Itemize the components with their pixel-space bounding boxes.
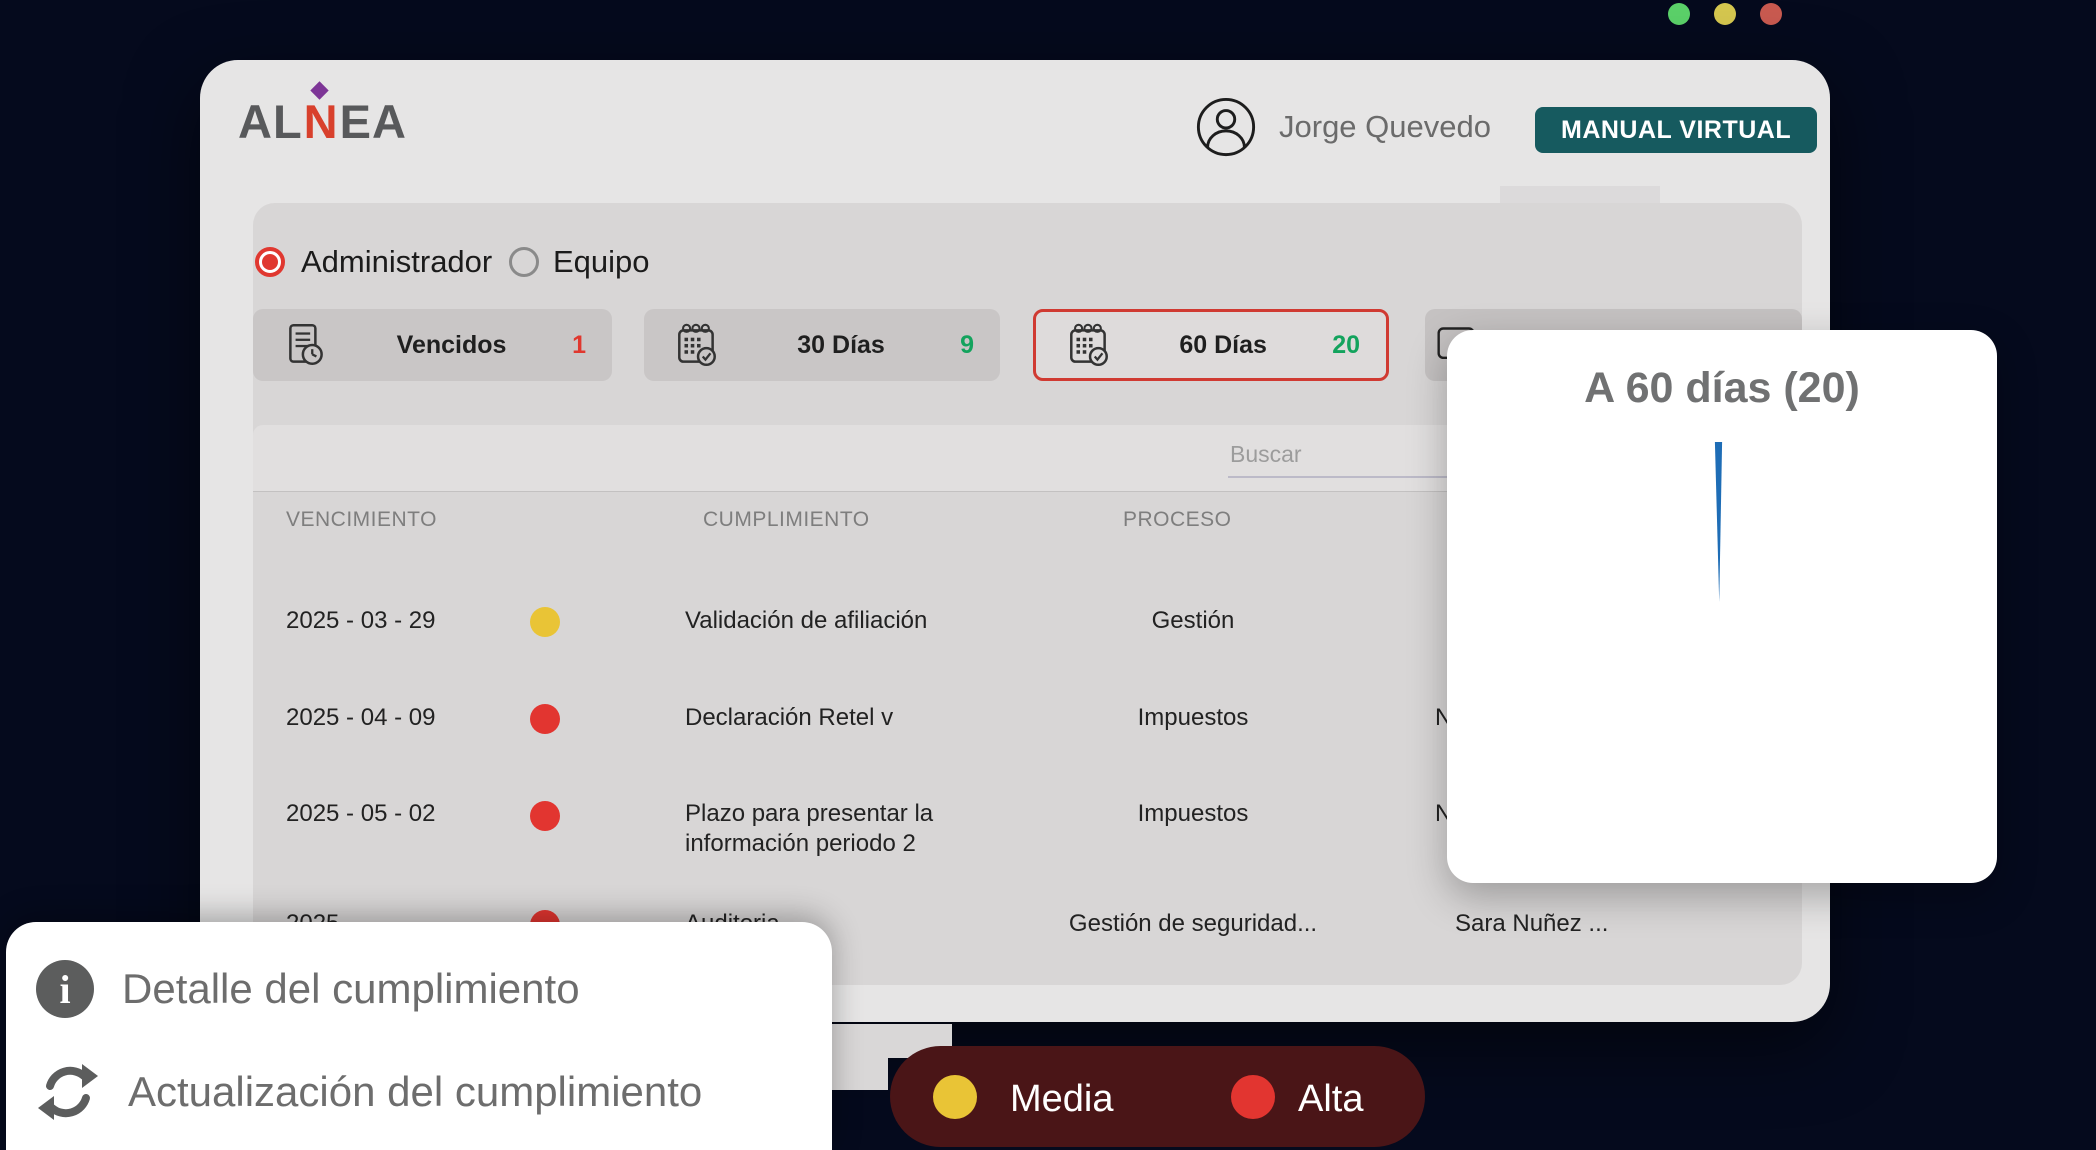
- legend-alta-label: Alta: [1298, 1078, 1363, 1121]
- tab-30-dias[interactable]: 30 Días 9: [644, 309, 1000, 381]
- tab-30-dias-count: 9: [960, 331, 974, 360]
- user-area: Jorge Quevedo: [1195, 96, 1491, 158]
- refresh-icon: [36, 1060, 100, 1124]
- tab-vencidos-label: Vencidos: [331, 331, 572, 360]
- calendar-check-icon: [1064, 320, 1114, 370]
- logo-accent-n: N: [304, 94, 339, 149]
- info-icon: i: [36, 960, 94, 1018]
- tab-60-dias[interactable]: 60 Días 20: [1033, 309, 1389, 381]
- menu-item-detalle[interactable]: i Detalle del cumplimiento: [36, 960, 580, 1018]
- pie-needle: [1714, 442, 1723, 602]
- manual-virtual-button[interactable]: MANUAL VIRTUAL: [1535, 107, 1817, 153]
- tab-vencidos[interactable]: Vencidos 1: [253, 309, 612, 381]
- severity-dot-alta: [530, 704, 560, 734]
- radio-administrador-label: Administrador: [301, 246, 492, 278]
- cell-cumplimiento: Validación de afiliación: [685, 606, 970, 636]
- alta-dot-icon: [1231, 1075, 1275, 1119]
- legend-media-label: Media: [1010, 1078, 1114, 1121]
- cell-proceso: Impuestos: [1043, 703, 1343, 733]
- menu-item-label: Actualización del cumplimiento: [128, 1068, 702, 1116]
- cell-date: 2025 - 05 - 02: [286, 799, 435, 829]
- cell-proceso: Gestión de seguridad...: [1043, 909, 1343, 939]
- cell-date: 2025 - 03 - 29: [286, 606, 435, 636]
- menu-item-actualizacion[interactable]: Actualización del cumplimiento: [36, 1060, 702, 1124]
- tab-vencidos-count: 1: [572, 331, 586, 360]
- green-light-icon[interactable]: [1668, 3, 1690, 25]
- context-menu: i Detalle del cumplimiento Actualización…: [6, 922, 832, 1150]
- calendar-check-icon: [672, 320, 722, 370]
- yellow-light-icon[interactable]: [1714, 3, 1736, 25]
- cell-responsable: Sara Nuñez ...: [1455, 909, 1608, 939]
- cell-proceso: Gestión: [1043, 606, 1343, 636]
- radio-administrador[interactable]: [255, 247, 285, 277]
- avatar-icon[interactable]: [1195, 96, 1257, 158]
- severity-dot-media: [530, 607, 560, 637]
- user-name: Jorge Quevedo: [1279, 109, 1491, 145]
- col-header-vencimiento: VENCIMIENTO: [286, 508, 437, 532]
- menu-item-label: Detalle del cumplimiento: [122, 965, 580, 1013]
- media-dot-icon: [933, 1075, 977, 1119]
- cell-proceso: Impuestos: [1043, 799, 1343, 829]
- radio-equipo[interactable]: [509, 247, 539, 277]
- scroll-clock-icon: [281, 320, 331, 370]
- col-header-proceso: PROCESO: [1123, 508, 1232, 532]
- logo-part: EA: [340, 94, 407, 149]
- window-controls: [1668, 3, 1782, 25]
- cell-cumplimiento: Plazo para presentar la información peri…: [685, 799, 950, 859]
- chart-title: A 60 días (20): [1447, 364, 1997, 413]
- cell-cumplimiento: Declaración Retel v: [685, 703, 970, 733]
- cell-date: 2025 - 04 - 09: [286, 703, 435, 733]
- severity-legend: Media Alta: [890, 1046, 1425, 1147]
- col-header-cumplimiento: CUMPLIMIENTO: [703, 508, 870, 532]
- tab-60-dias-count: 20: [1332, 331, 1360, 360]
- tab-30-dias-label: 30 Días: [722, 331, 960, 360]
- alinea-logo: ALNEA: [238, 94, 407, 149]
- radio-equipo-label: Equipo: [553, 246, 650, 278]
- logo-part: AL: [238, 94, 303, 149]
- severity-dot-alta: [530, 801, 560, 831]
- screen: ALNEA Jorge Quevedo MANUAL VIRTUAL Admin…: [0, 0, 2096, 1150]
- chart-card: A 60 días (20): [1447, 330, 1997, 883]
- tab-60-dias-label: 60 Días: [1114, 331, 1332, 360]
- red-light-icon[interactable]: [1760, 3, 1782, 25]
